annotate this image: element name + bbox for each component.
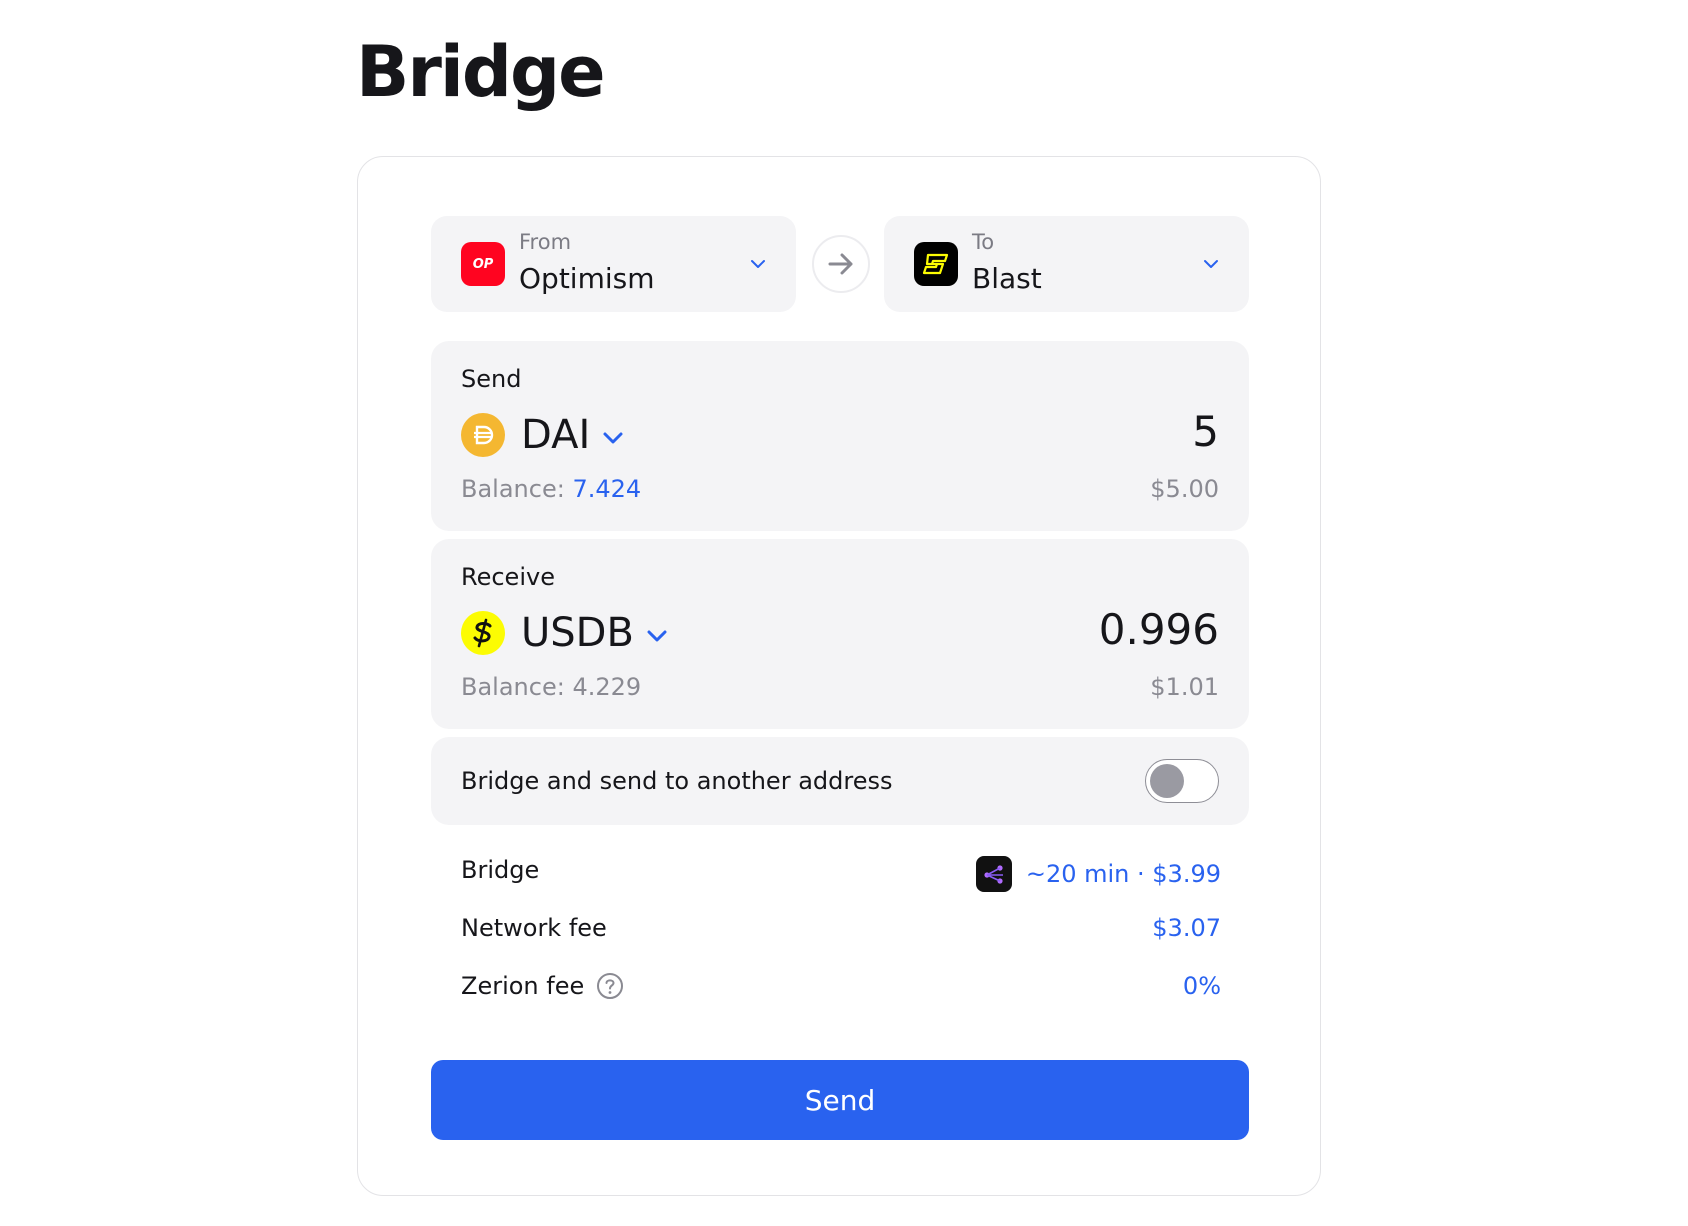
usdb-mark-icon [473, 618, 492, 648]
bridge-detail-value: ~20 min · $3.99 [1025, 860, 1221, 888]
blast-mark-icon [922, 253, 949, 275]
send-to-address-toggle[interactable] [1145, 759, 1219, 803]
chevron-down-icon [603, 432, 623, 444]
receive-token-symbol: USDB [521, 610, 634, 656]
bridge-provider-icon [975, 856, 1012, 892]
bridge-detail-row: Bridge ~20 min · $3.99 [461, 850, 1221, 892]
bridge-detail-label: Bridge [461, 856, 540, 884]
zerion-fee-label: Zerion fee [461, 972, 585, 1000]
bridge-route-selector[interactable]: ~20 min · $3.99 [975, 856, 1221, 892]
send-balance-label: Balance: [461, 475, 573, 503]
dai-mark-icon [474, 425, 494, 445]
send-amount-input[interactable]: 5 [1192, 407, 1219, 456]
usdb-icon [461, 611, 505, 655]
bridge-page: Bridge OP From Optimism To Blast Send DA… [0, 0, 1688, 1226]
receive-balance-value: 4.229 [572, 673, 642, 701]
swap-direction-button[interactable] [812, 235, 870, 293]
zerion-fee-row: Zerion fee 0% [461, 966, 1221, 1006]
question-circle-icon[interactable] [596, 972, 624, 1000]
page-title: Bridge [356, 31, 606, 113]
zerion-fee-label-group: Zerion fee [461, 972, 624, 1000]
from-chain-selector[interactable]: OP From Optimism [431, 216, 796, 312]
chain-selector-row: OP From Optimism To Blast [431, 216, 1249, 312]
chevron-down-icon [751, 260, 765, 268]
from-chain-name: Optimism [519, 262, 655, 295]
optimism-logo-text: OP [472, 256, 494, 272]
receive-amount: 0.996 [1098, 605, 1219, 654]
to-chain-name: Blast [972, 262, 1042, 295]
arrow-right-icon [828, 253, 853, 275]
toggle-knob [1150, 764, 1184, 798]
send-to-address-row: Bridge and send to another address [431, 737, 1249, 825]
network-fee-row: Network fee $3.07 [461, 908, 1221, 948]
receive-usd-value: $1.01 [1150, 673, 1219, 701]
to-chain-selector[interactable]: To Blast [884, 216, 1249, 312]
send-label: Send [461, 365, 522, 393]
blast-logo-icon [914, 242, 958, 286]
receive-panel: Receive USDB 0.996 Balance: 4.229 $1.01 [431, 539, 1249, 729]
network-fee-label: Network fee [461, 914, 607, 942]
network-fee-value[interactable]: $3.07 [1152, 914, 1221, 942]
send-balance: Balance: 7.424 [461, 475, 641, 503]
send-token-selector[interactable]: DAI [461, 411, 626, 459]
bridge-nodes-icon [984, 865, 1003, 884]
send-panel: Send DAI 5 Balance: 7.424 $5.00 [431, 341, 1249, 531]
receive-token-selector[interactable]: USDB [461, 609, 670, 657]
chevron-down-icon [1204, 260, 1218, 268]
chevron-down-icon [647, 630, 667, 642]
send-balance-value[interactable]: 7.424 [572, 475, 641, 503]
send-to-address-label: Bridge and send to another address [461, 767, 893, 795]
dai-icon [461, 413, 505, 457]
send-usd-value: $5.00 [1150, 475, 1219, 503]
send-button[interactable]: Send [431, 1060, 1249, 1140]
to-caption: To [972, 230, 995, 254]
receive-balance-label: Balance: [461, 673, 573, 701]
zerion-fee-value: 0% [1182, 972, 1221, 1000]
receive-balance: Balance: 4.229 [461, 673, 641, 701]
send-token-symbol: DAI [521, 412, 591, 458]
optimism-logo-icon: OP [461, 242, 505, 286]
bridge-card: OP From Optimism To Blast Send DAI 5 Bal… [357, 156, 1321, 1196]
receive-label: Receive [461, 563, 555, 591]
from-caption: From [519, 230, 572, 254]
